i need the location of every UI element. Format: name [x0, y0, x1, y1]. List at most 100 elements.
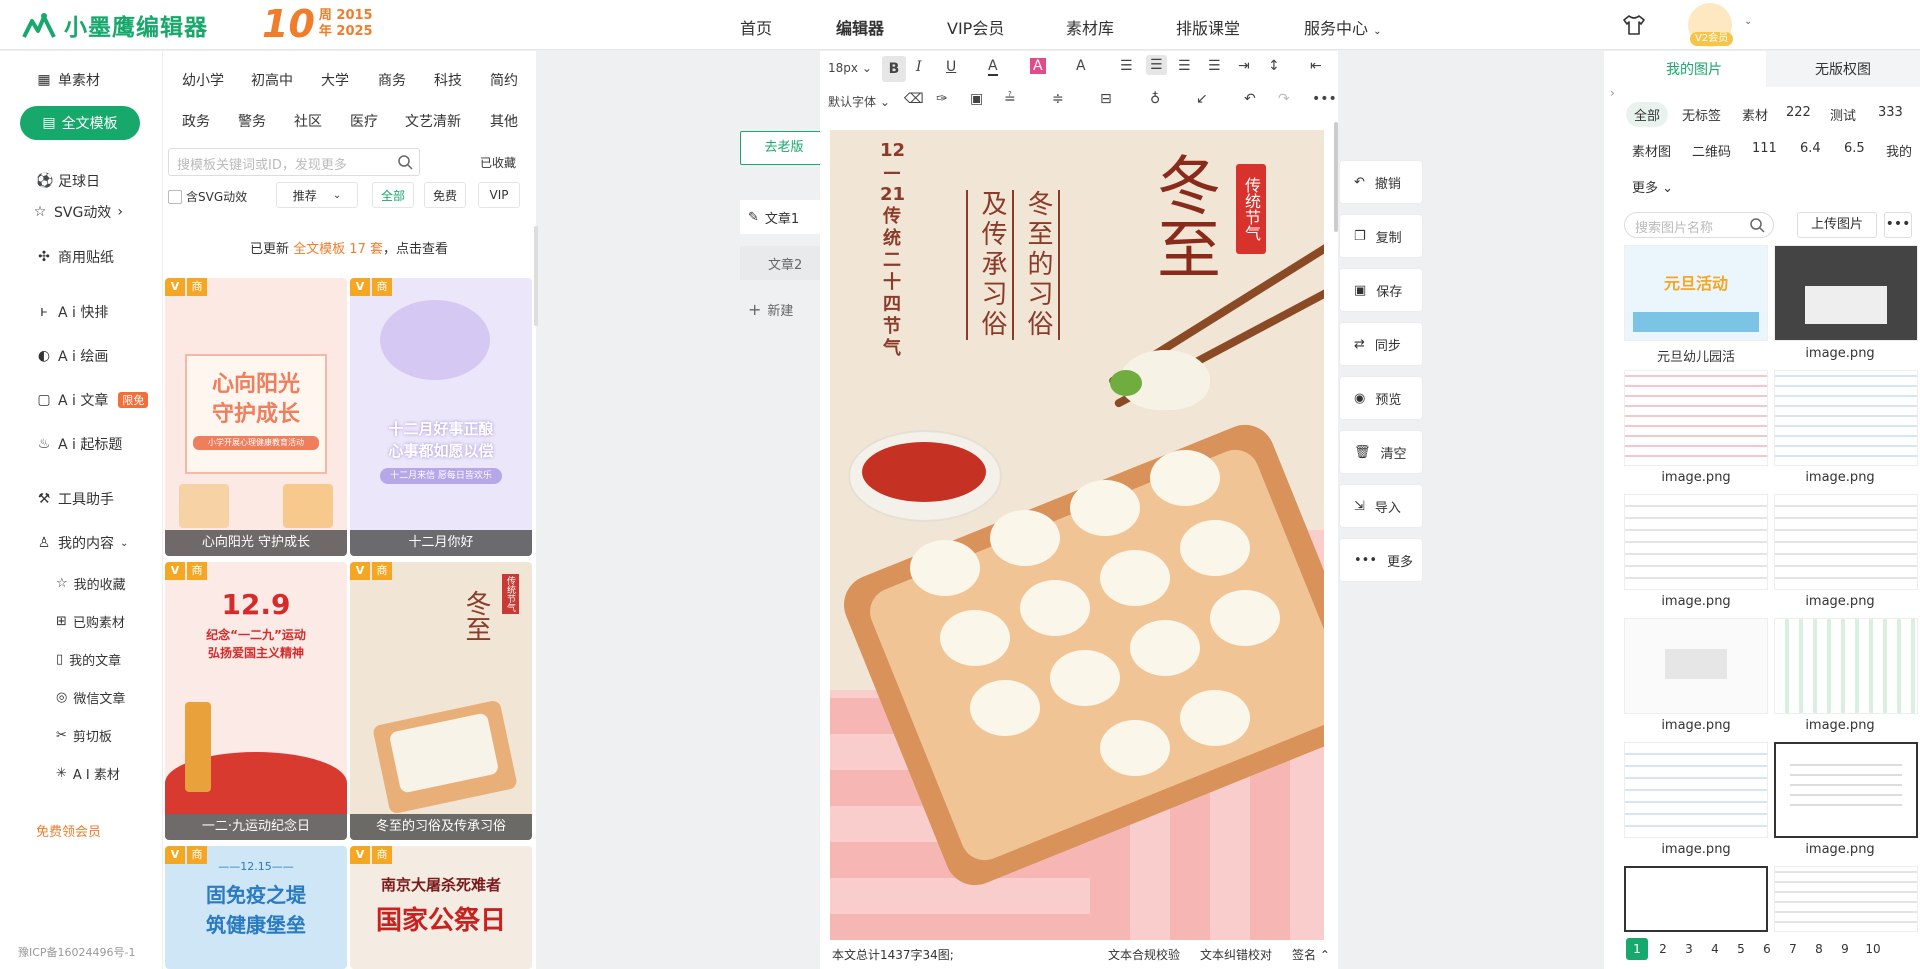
compliance-check-link[interactable]: 文本合规校验 — [1108, 946, 1180, 963]
image-search-input[interactable]: 搜索图片名称 — [1624, 212, 1774, 238]
tag-untagged[interactable]: 无标签 — [1682, 105, 1721, 124]
nav-vip[interactable]: VIP会员 — [947, 15, 1004, 39]
copy-button[interactable]: ❐ 复制 — [1340, 215, 1422, 257]
category-police[interactable]: 警务 — [238, 111, 266, 131]
article-tab-2[interactable]: 文章2 — [740, 246, 822, 280]
image-thumb[interactable] — [1774, 866, 1918, 932]
sidebar-item-single[interactable]: ▦ 单素材 — [36, 70, 100, 90]
category-university[interactable]: 大学 — [321, 70, 349, 90]
sidebar-item-ai-title[interactable]: ♨ A i 起标题 — [36, 434, 123, 454]
nav-course[interactable]: 排版课堂 — [1176, 15, 1240, 39]
search-icon[interactable] — [397, 154, 413, 170]
category-government[interactable]: 政务 — [182, 111, 210, 131]
sidebar-item-sticker[interactable]: ✣ 商用贴纸 — [36, 247, 114, 267]
category-business[interactable]: 商务 — [378, 70, 406, 90]
nav-editor[interactable]: 编辑器 — [836, 15, 884, 39]
template-search-input[interactable]: 搜模板关键词或ID，发现更多 — [168, 148, 420, 176]
editor-scrollbar[interactable] — [1334, 122, 1338, 232]
free-vip-link[interactable]: 免费领会员 — [36, 821, 101, 840]
image-thumb[interactable] — [1624, 618, 1768, 714]
indent-icon[interactable]: ⇥ — [1238, 58, 1250, 74]
collapse-chevron-icon[interactable]: › — [1610, 86, 1615, 100]
page-3[interactable]: 3 — [1678, 938, 1700, 960]
image-more-button[interactable]: ••• — [1884, 212, 1912, 238]
category-primary[interactable]: 幼小学 — [182, 70, 224, 90]
page-7[interactable]: 7 — [1782, 938, 1804, 960]
redo-icon[interactable]: ↷ — [1278, 91, 1290, 107]
line-height-icon[interactable]: ↕ — [1268, 58, 1280, 74]
category-tech[interactable]: 科技 — [434, 70, 462, 90]
undo-button[interactable]: ↶ 撤销 — [1340, 161, 1422, 203]
template-card-129[interactable]: V商 12.9 纪念“一二九”运动 弘扬爱国主义精神 一二·九运动纪念日 — [165, 562, 347, 840]
sidebar-item-ai-layout[interactable]: ⱶ A i 快排 — [36, 302, 108, 322]
eraser-icon[interactable]: ⌫ — [904, 91, 924, 107]
image-thumb[interactable] — [1774, 494, 1918, 590]
proofread-link[interactable]: 文本纠错校对 — [1200, 946, 1272, 963]
page-8[interactable]: 8 — [1808, 938, 1830, 960]
page-9[interactable]: 9 — [1834, 938, 1856, 960]
tag-test[interactable]: 测试 — [1830, 105, 1856, 124]
sidebar-item-worldcup[interactable]: ⚽ 足球日 — [36, 171, 100, 191]
sidebar-item-svg[interactable]: ☆ SVG动效 › — [32, 202, 123, 222]
arrow-icon[interactable]: ↙ — [1196, 91, 1208, 107]
sidebar-item-my-content[interactable]: ♙ 我的内容 ⌄ — [36, 533, 129, 553]
category-community[interactable]: 社区 — [294, 111, 322, 131]
tag-mine[interactable]: 我的 — [1886, 141, 1912, 160]
collected-filter[interactable]: 已收藏 — [480, 154, 516, 171]
image-thumb[interactable] — [1774, 370, 1918, 466]
template-card-winter[interactable]: V商 冬至 传统节气 冬至的习俗及传承习俗 — [350, 562, 532, 840]
font-color-button[interactable]: A — [988, 58, 998, 76]
sidebar-item-ai-article[interactable]: ▢ A i 文章 限免 — [36, 390, 149, 410]
category-simple[interactable]: 简约 — [490, 70, 518, 90]
image-thumb[interactable] — [1624, 494, 1768, 590]
divider-icon[interactable]: ≟ — [1004, 91, 1016, 107]
category-other[interactable]: 其他 — [490, 111, 518, 131]
shirt-icon[interactable] — [1622, 14, 1646, 36]
category-medical[interactable]: 医疗 — [350, 111, 378, 131]
align-justify-icon[interactable]: ☰ — [1208, 58, 1221, 74]
font-family-select[interactable]: 默认字体 ⌄ — [828, 93, 890, 110]
filter-free[interactable]: 免费 — [424, 182, 466, 208]
tag-material[interactable]: 素材 — [1742, 105, 1768, 124]
image-thumb[interactable] — [1624, 866, 1768, 932]
nav-home[interactable]: 首页 — [740, 15, 772, 39]
sidebar-sub-purchased[interactable]: ⊞ 已购素材 — [56, 612, 125, 631]
image-thumb[interactable]: 元旦活动 — [1624, 245, 1768, 341]
save-button[interactable]: ▣ 保存 — [1340, 269, 1422, 311]
page-5[interactable]: 5 — [1730, 938, 1752, 960]
image-thumb[interactable] — [1774, 618, 1918, 714]
tag-all[interactable]: 全部 — [1626, 102, 1669, 127]
signature-toggle[interactable]: 签名 ⌃ — [1292, 946, 1330, 963]
font-size-select[interactable]: 18px ⌄ — [828, 61, 872, 75]
update-notice[interactable]: 已更新 全文模板 17 套，点击查看 — [165, 224, 533, 270]
search-icon[interactable] — [1749, 217, 1765, 233]
avatar-chevron-icon[interactable]: ⌄ — [1744, 16, 1752, 27]
tag-222[interactable]: 222 — [1786, 105, 1811, 120]
italic-button[interactable]: I — [916, 59, 922, 75]
tab-free-images[interactable]: 无版权图 — [1766, 51, 1920, 87]
sidebar-item-tools[interactable]: ⚒ 工具助手 — [36, 489, 114, 509]
tag-qrcode[interactable]: 二维码 — [1692, 141, 1731, 160]
nav-materials[interactable]: 素材库 — [1066, 15, 1114, 39]
sync-button[interactable]: ⇄ 同步 — [1340, 323, 1422, 365]
tag-6-5[interactable]: 6.5 — [1844, 141, 1865, 156]
upload-image-button[interactable]: 上传图片 — [1797, 212, 1877, 238]
sort-select[interactable]: 推荐 ⌄ — [276, 182, 358, 208]
template-card-december[interactable]: V商 十二月好事正酿 心事都如愿以偿 十二月来信 愿每日皆欢乐 十二月你好 — [350, 278, 532, 556]
filter-all[interactable]: 全部 — [372, 182, 414, 208]
tag-333[interactable]: 333 — [1878, 105, 1903, 120]
sidebar-sub-wechat[interactable]: ◎ 微信文章 — [56, 688, 125, 707]
page-10[interactable]: 10 — [1862, 938, 1884, 960]
sidebar-sub-ai-material[interactable]: ✳ A I 素材 — [56, 764, 120, 783]
sidebar-sub-clipboard[interactable]: ✂ 剪切板 — [56, 726, 112, 745]
tag-more[interactable]: 更多 ⌄ — [1632, 177, 1673, 196]
image-thumb[interactable] — [1624, 370, 1768, 466]
filter-vip[interactable]: VIP — [478, 182, 520, 208]
page-4[interactable]: 4 — [1704, 938, 1726, 960]
tag-material-img[interactable]: 素材图 — [1632, 141, 1671, 160]
page-6[interactable]: 6 — [1756, 938, 1778, 960]
bold-button[interactable]: B — [882, 56, 906, 82]
more-button[interactable]: ••• 更多 — [1340, 539, 1422, 581]
tab-my-images[interactable]: 我的图片 — [1622, 51, 1766, 87]
template-card-immunity[interactable]: V商 ——12.15—— 固免疫之堤 筑健康堡垒 — [165, 846, 347, 969]
